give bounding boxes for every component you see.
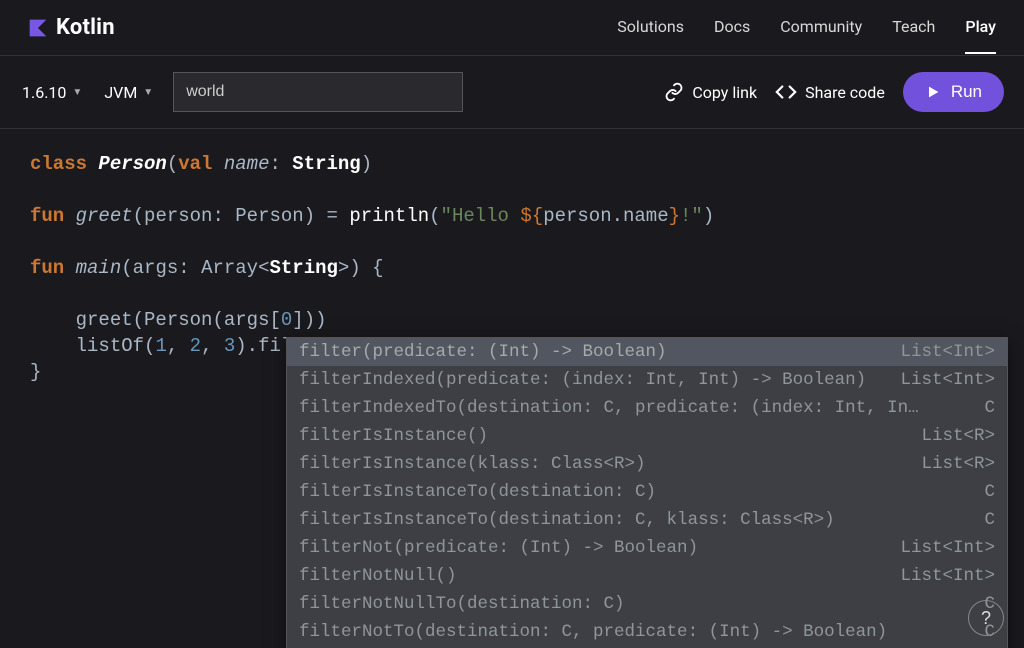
autocomplete-return-type: List<Int> (900, 339, 995, 365)
autocomplete-signature: filterIndexedTo(destination: C, predicat… (299, 395, 976, 421)
autocomplete-item[interactable]: filterNotNullTo(destination: C)C (287, 590, 1007, 618)
brand-name: Kotlin (56, 15, 115, 40)
main-nav: Solutions Docs Community Teach Play (617, 1, 996, 54)
autocomplete-item[interactable]: filterIndexedTo(destination: C, predicat… (287, 394, 1007, 422)
nav-item-teach[interactable]: Teach (892, 1, 935, 54)
code-line: fun greet(person: Person) = println("Hel… (30, 203, 994, 229)
autocomplete-signature: filterIsInstanceTo(destination: C, klass… (299, 507, 976, 533)
nav-item-play[interactable]: Play (965, 1, 996, 54)
autocomplete-item[interactable]: filter(predicate: (Int) -> Boolean) List<… (287, 338, 1007, 366)
link-icon (664, 82, 684, 102)
play-icon (925, 84, 941, 100)
autocomplete-return-type: C (984, 507, 995, 533)
autocomplete-signature: filterIsInstance(klass: Class<R>) (299, 451, 913, 477)
autocomplete-signature: filterNotNullTo(destination: C) (299, 591, 976, 617)
share-code-label: Share code (805, 83, 885, 102)
code-line (30, 177, 994, 203)
autocomplete-item[interactable]: filterIsInstance(klass: Class<R>) List<R> (287, 450, 1007, 478)
autocomplete-return-type: List<Int> (900, 563, 995, 589)
run-button[interactable]: Run (903, 72, 1004, 112)
run-label: Run (951, 82, 982, 102)
version-label: 1.6.10 (22, 83, 66, 102)
nav-item-community[interactable]: Community (780, 1, 862, 54)
chevron-down-icon: ▼ (72, 87, 82, 98)
autocomplete-popup: filter(predicate: (Int) -> Boolean) List<… (286, 337, 1008, 648)
code-line (30, 229, 994, 255)
version-dropdown[interactable]: 1.6.10 ▼ (20, 79, 84, 106)
code-line: class Person(val name: String) (30, 151, 994, 177)
autocomplete-return-type: List<R> (921, 451, 995, 477)
share-code-button[interactable]: Share code (775, 81, 885, 103)
autocomplete-return-type: C (984, 395, 995, 421)
nav-item-docs[interactable]: Docs (714, 1, 750, 54)
help-button[interactable]: ? (968, 600, 1004, 636)
kotlin-logo-icon (28, 18, 48, 38)
autocomplete-return-type: C (984, 479, 995, 505)
code-line: fun main(args: Array<String>) { (30, 255, 994, 281)
code-editor[interactable]: class Person(val name: String) fun greet… (0, 129, 1024, 407)
autocomplete-item[interactable]: filterNotTo(destination: C, predicate: (… (287, 618, 1007, 646)
autocomplete-item[interactable]: filterIsInstanceTo(destination: C, klass… (287, 506, 1007, 534)
autocomplete-return-type: List<Int> (900, 535, 995, 561)
autocomplete-return-type: List<R> (921, 423, 995, 449)
autocomplete-item[interactable]: filterNot(predicate: (Int) -> Boolean) Li… (287, 534, 1007, 562)
copy-link-label: Copy link (692, 83, 757, 102)
autocomplete-item[interactable]: filterIsInstanceTo(destination: C) C (287, 478, 1007, 506)
target-dropdown[interactable]: JVM ▼ (102, 79, 155, 106)
autocomplete-signature: filterNot(predicate: (Int) -> Boolean) (299, 535, 892, 561)
question-icon: ? (981, 608, 991, 629)
autocomplete-signature: filterIsInstance() (299, 423, 913, 449)
target-label: JVM (104, 83, 137, 102)
autocomplete-return-type: List<Int> (900, 367, 995, 393)
autocomplete-item[interactable]: filterIsInstance() List<R> (287, 422, 1007, 450)
autocomplete-item[interactable]: filterIndexed(predicate: (index: Int, In… (287, 366, 1007, 394)
top-header: Kotlin Solutions Docs Community Teach Play (0, 0, 1024, 56)
code-line: greet(Person(args[0])) (30, 307, 994, 333)
playground-toolbar: 1.6.10 ▼ JVM ▼ Copy link Share code Run (0, 56, 1024, 129)
code-line (30, 281, 994, 307)
autocomplete-item[interactable]: filterNotNull() List<Int> (287, 562, 1007, 590)
logo[interactable]: Kotlin (28, 15, 115, 40)
autocomplete-signature: filterIndexed(predicate: (index: Int, In… (299, 367, 892, 393)
autocomplete-signature: filterNotTo(destination: C, predicate: (… (299, 619, 976, 645)
copy-link-button[interactable]: Copy link (664, 82, 757, 102)
chevron-down-icon: ▼ (143, 87, 153, 98)
program-args-input[interactable] (173, 72, 463, 112)
autocomplete-signature: filterNotNull() (299, 563, 892, 589)
code-icon (775, 81, 797, 103)
autocomplete-signature: filter(predicate: (Int) -> Boolean) (299, 339, 892, 365)
nav-item-solutions[interactable]: Solutions (617, 1, 684, 54)
autocomplete-signature: filterIsInstanceTo(destination: C) (299, 479, 976, 505)
